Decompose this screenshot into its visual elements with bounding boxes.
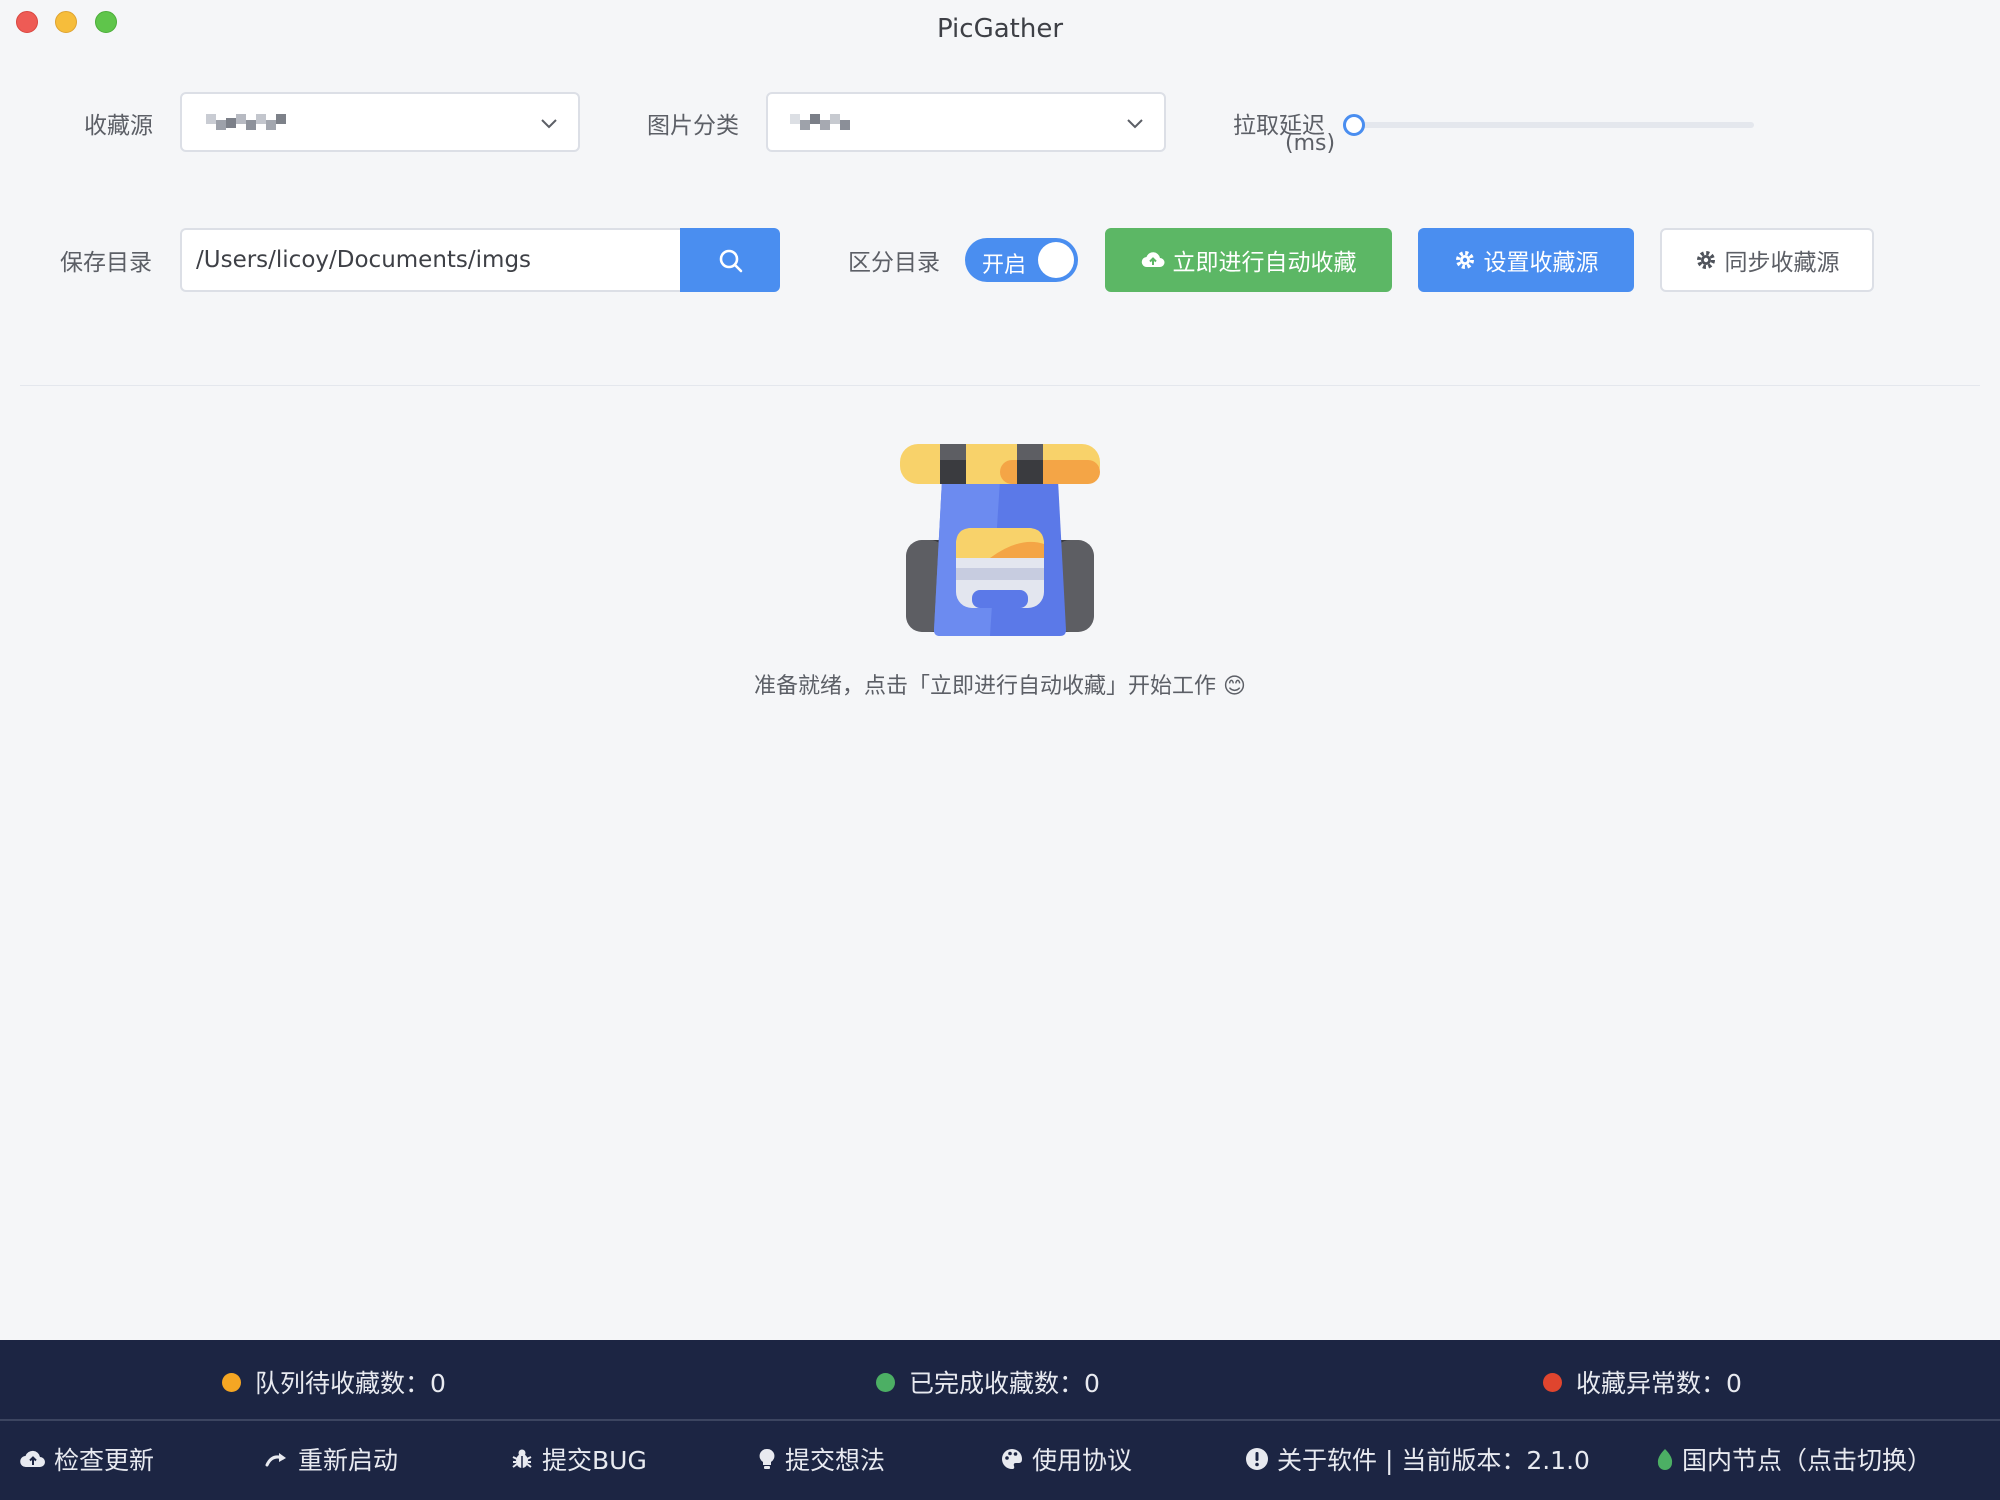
separate-dir-label: 区分目录	[848, 250, 940, 276]
error-stat-text: 收藏异常数：0	[1576, 1369, 1742, 1398]
footer-bar: 检查更新 重新启动 提交BUG 提交想法 使用协议 关于软件 | 当前版本：2.…	[0, 1421, 2000, 1500]
restart-label: 重新启动	[298, 1446, 399, 1475]
browse-dir-button[interactable]	[680, 228, 780, 292]
save-dir-label: 保存目录	[60, 250, 152, 276]
about-link[interactable]: 关于软件 | 当前版本：2.1.0	[1245, 1441, 1590, 1477]
separate-dir-toggle[interactable]: 开启	[965, 238, 1078, 282]
source-label: 收藏源	[84, 113, 153, 139]
content-divider	[20, 385, 1980, 386]
queue-stat: 队列待收藏数：0	[222, 1364, 446, 1400]
lightbulb-icon	[759, 1448, 775, 1469]
stats-bar: 队列待收藏数：0 已完成收藏数：0 收藏异常数：0	[0, 1340, 2000, 1420]
submit-bug-label: 提交BUG	[542, 1446, 647, 1475]
error-status-dot	[1543, 1372, 1562, 1392]
done-status-dot	[876, 1372, 895, 1392]
submit-idea-link[interactable]: 提交想法	[757, 1441, 885, 1477]
palette-icon	[1002, 1449, 1022, 1469]
check-update-label: 检查更新	[54, 1446, 155, 1475]
submit-bug-link[interactable]: 提交BUG	[510, 1441, 647, 1477]
restart-link[interactable]: 重新启动	[264, 1441, 398, 1477]
gear-icon	[1696, 251, 1715, 269]
delay-slider-track[interactable]	[1352, 122, 1754, 128]
cloud-upload-icon	[20, 1450, 45, 1468]
blurred-value	[206, 114, 286, 134]
gear-icon	[1455, 251, 1474, 269]
agreement-link[interactable]: 使用协议	[1000, 1441, 1132, 1477]
cloud-upload-icon	[1141, 252, 1164, 268]
save-dir-input[interactable]: /Users/licoy/Documents/imgs	[180, 228, 682, 292]
queue-status-dot	[222, 1372, 241, 1392]
backpack-illustration	[900, 444, 1100, 636]
chevron-down-icon	[1127, 119, 1143, 129]
toggle-knob	[1038, 242, 1074, 278]
submit-idea-label: 提交想法	[785, 1446, 886, 1475]
done-stat-text: 已完成收藏数：0	[909, 1369, 1100, 1398]
category-select[interactable]	[766, 92, 1166, 152]
set-source-label: 设置收藏源	[1483, 250, 1599, 276]
check-update-link[interactable]: 检查更新	[20, 1441, 154, 1477]
error-stat: 收藏异常数：0	[1543, 1364, 1742, 1400]
search-icon	[719, 249, 743, 273]
auto-collect-label: 立即进行自动收藏	[1172, 250, 1357, 276]
leaf-icon	[1657, 1449, 1673, 1470]
delay-slider-handle[interactable]	[1343, 114, 1365, 136]
queue-stat-text: 队列待收藏数：0	[255, 1369, 446, 1398]
empty-state-message: 准备就绪，点击「立即进行自动收藏」开始工作 😊	[754, 674, 1246, 699]
node-switch-label: 国内节点（点击切换）	[1682, 1446, 1933, 1475]
chevron-down-icon	[541, 119, 557, 129]
toggle-text: 开启	[982, 253, 1027, 278]
source-select[interactable]	[180, 92, 580, 152]
done-stat: 已完成收藏数：0	[876, 1364, 1100, 1400]
exclamation-circle-icon	[1246, 1448, 1268, 1470]
blurred-value	[790, 114, 850, 134]
window-title: PicGather	[936, 14, 1064, 44]
category-label: 图片分类	[647, 113, 739, 139]
agreement-label: 使用协议	[1032, 1446, 1133, 1475]
redo-icon	[265, 1453, 286, 1467]
title-bar: PicGather	[0, 0, 2000, 60]
node-switch-link[interactable]: 国内节点（点击切换）	[1656, 1441, 1932, 1477]
sync-source-button[interactable]: 同步收藏源	[1660, 228, 1874, 292]
delay-unit-label: (ms)	[1285, 131, 1336, 156]
sync-source-label: 同步收藏源	[1724, 250, 1840, 276]
bug-icon	[512, 1449, 532, 1468]
auto-collect-button[interactable]: 立即进行自动收藏	[1105, 228, 1392, 292]
set-source-button[interactable]: 设置收藏源	[1418, 228, 1634, 292]
about-label: 关于软件 | 当前版本：2.1.0	[1277, 1446, 1590, 1475]
